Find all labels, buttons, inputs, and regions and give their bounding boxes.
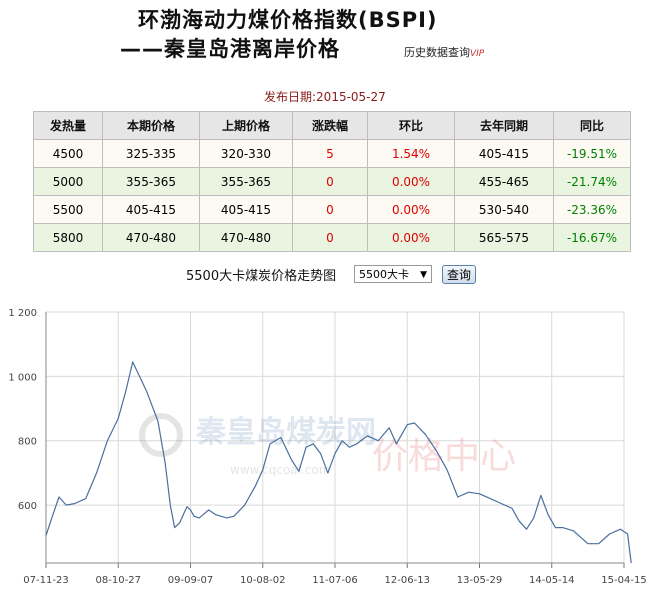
price-table: 发热量 本期价格 上期价格 涨跌幅 环比 去年同期 同比 4500 325-33… xyxy=(33,111,631,252)
history-query-link[interactable]: 历史数据查询VIP xyxy=(404,44,484,60)
col-header: 同比 xyxy=(553,111,631,140)
col-header: 去年同期 xyxy=(454,111,554,140)
publish-date: 发布日期:2015-05-27 xyxy=(264,90,386,104)
page-subtitle: ——秦皇岛港离岸价格 xyxy=(120,37,340,61)
y-tick-label: 1 200 xyxy=(8,308,37,319)
cell-current: 470-480 xyxy=(102,223,200,252)
history-query-label: 历史数据查询 xyxy=(404,46,470,59)
cell-current: 405-415 xyxy=(102,195,200,224)
x-tick-label: 07-11-23 xyxy=(23,575,68,586)
cell-current: 325-335 xyxy=(102,139,200,168)
calorific-select[interactable]: 5500大卡 ▼ xyxy=(354,265,432,283)
x-tick-label: 10-08-02 xyxy=(240,575,285,586)
table-row: 5800 470-480 470-480 0 0.00% 565-575 -16… xyxy=(33,223,631,252)
cell-mom: 0.00% xyxy=(367,167,455,196)
x-tick-label: 15-04-15 xyxy=(601,575,646,586)
vip-badge: VIP xyxy=(470,49,485,59)
cell-mom: 0.00% xyxy=(367,195,455,224)
chevron-down-icon: ▼ xyxy=(420,270,427,280)
cell-heat: 5000 xyxy=(33,167,103,196)
price-trend-chart: 秦皇岛煤炭网 www.cqcoal.com 价格中心 600 800 1 000 1 … xyxy=(8,308,646,586)
x-tick-label: 09-09-07 xyxy=(168,575,213,586)
cell-heat: 4500 xyxy=(33,139,103,168)
x-tick-label: 11-07-06 xyxy=(312,575,357,586)
x-tick-label: 14-05-14 xyxy=(529,575,574,586)
cell-last-year: 455-465 xyxy=(454,167,554,196)
cell-yoy: -23.36% xyxy=(553,195,631,224)
query-button[interactable]: 查询 xyxy=(442,265,476,284)
col-header: 环比 xyxy=(367,111,455,140)
col-header: 上期价格 xyxy=(199,111,293,140)
cell-yoy: -21.74% xyxy=(553,167,631,196)
y-tick-label: 600 xyxy=(18,501,37,512)
cell-change: 0 xyxy=(292,223,368,252)
chart-series xyxy=(45,361,632,564)
col-header: 发热量 xyxy=(33,111,103,140)
chart-select-label: 5500大卡煤炭价格走势图 xyxy=(186,269,337,284)
cell-mom: 0.00% xyxy=(367,223,455,252)
watermark-logo-icon xyxy=(139,413,183,457)
cell-change: 0 xyxy=(292,195,368,224)
watermark-center: 价格中心 xyxy=(372,436,516,477)
cell-previous: 405-415 xyxy=(199,195,293,224)
calorific-select-value: 5500大卡 xyxy=(359,268,409,281)
col-header: 本期价格 xyxy=(102,111,200,140)
x-tick-label: 12-06-13 xyxy=(385,575,430,586)
cell-change: 5 xyxy=(292,139,368,168)
cell-last-year: 530-540 xyxy=(454,195,554,224)
x-tick-label: 13-05-29 xyxy=(457,575,502,586)
cell-previous: 470-480 xyxy=(199,223,293,252)
table-row: 5500 405-415 405-415 0 0.00% 530-540 -23… xyxy=(33,195,631,224)
watermark: 秦皇岛煤炭网 www.cqcoal.com 价格中心 xyxy=(139,413,516,477)
watermark-url: www.cqcoal.com xyxy=(230,463,330,477)
cell-heat: 5500 xyxy=(33,195,103,224)
col-header: 涨跌幅 xyxy=(292,111,368,140)
page-title: 环渤海动力煤价格指数(BSPI) xyxy=(138,8,438,32)
cell-previous: 320-330 xyxy=(199,139,293,168)
table-header-row: 发热量 本期价格 上期价格 涨跌幅 环比 去年同期 同比 xyxy=(33,111,631,140)
cell-heat: 5800 xyxy=(33,223,103,252)
series-line xyxy=(45,361,632,564)
cell-yoy: -19.51% xyxy=(553,139,631,168)
cell-last-year: 405-415 xyxy=(454,139,554,168)
table-row: 4500 325-335 320-330 5 1.54% 405-415 -19… xyxy=(33,139,631,168)
cell-last-year: 565-575 xyxy=(454,223,554,252)
cell-current: 355-365 xyxy=(102,167,200,196)
cell-mom: 1.54% xyxy=(367,139,455,168)
table-row: 5000 355-365 355-365 0 0.00% 455-465 -21… xyxy=(33,167,631,196)
x-tick-label: 08-10-27 xyxy=(96,575,141,586)
watermark-site: 秦皇岛煤炭网 xyxy=(195,415,376,450)
cell-change: 0 xyxy=(292,167,368,196)
cell-previous: 355-365 xyxy=(199,167,293,196)
y-tick-label: 800 xyxy=(18,437,37,448)
cell-yoy: -16.67% xyxy=(553,223,631,252)
y-tick-label: 1 000 xyxy=(8,372,37,383)
